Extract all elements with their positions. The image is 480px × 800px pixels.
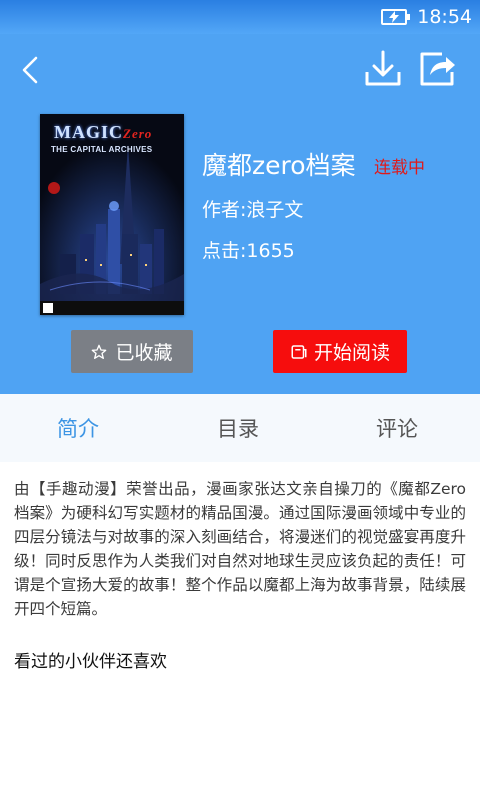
tab-bar: 简介 目录 评论 (0, 394, 480, 462)
tab-catalog[interactable]: 目录 (217, 413, 259, 443)
chevron-left-icon (22, 56, 38, 84)
tab-comments[interactable]: 评论 (376, 413, 418, 443)
back-button[interactable] (12, 52, 52, 88)
book-author: 作者:浪子文 (202, 199, 304, 221)
publisher-logo (43, 303, 53, 313)
cover-title: MAGICZero (54, 122, 153, 142)
cover-footer (40, 301, 184, 315)
favorite-button[interactable]: 已收藏 (71, 330, 193, 373)
start-reading-button[interactable]: 开始阅读 (273, 330, 407, 373)
section-title-also-like: 看过的小伙伴还喜欢 (14, 652, 167, 672)
status-time: 18:54 (417, 6, 472, 28)
download-button[interactable] (362, 48, 404, 90)
click-count: 点击:1655 (202, 240, 295, 262)
start-reading-label: 开始阅读 (313, 342, 390, 364)
share-icon (420, 52, 455, 86)
book-title: 魔都zero档案 (202, 151, 356, 180)
book-header: MAGICZero THE CAPITAL ARCHIVES 魔都zero档案 … (0, 34, 480, 394)
favorite-button-label: 已收藏 (115, 342, 173, 364)
book-cover[interactable]: MAGICZero THE CAPITAL ARCHIVES (40, 114, 184, 315)
star-icon (92, 344, 107, 359)
tab-intro[interactable]: 简介 (57, 413, 99, 443)
cover-subtitle: THE CAPITAL ARCHIVES (51, 145, 153, 154)
book-icon (291, 344, 307, 359)
intro-text: 由【手趣动漫】荣誉出品，漫画家张达文亲自操刀的《魔都Zero档案》为硬科幻写实题… (14, 480, 466, 618)
status-bar: 18:54 (0, 0, 480, 34)
serial-status-badge: 连载中 (374, 158, 425, 178)
battery-charging-icon (381, 9, 411, 25)
share-button[interactable] (416, 48, 458, 90)
download-icon (365, 50, 401, 86)
status-icons: 18:54 (381, 6, 472, 28)
